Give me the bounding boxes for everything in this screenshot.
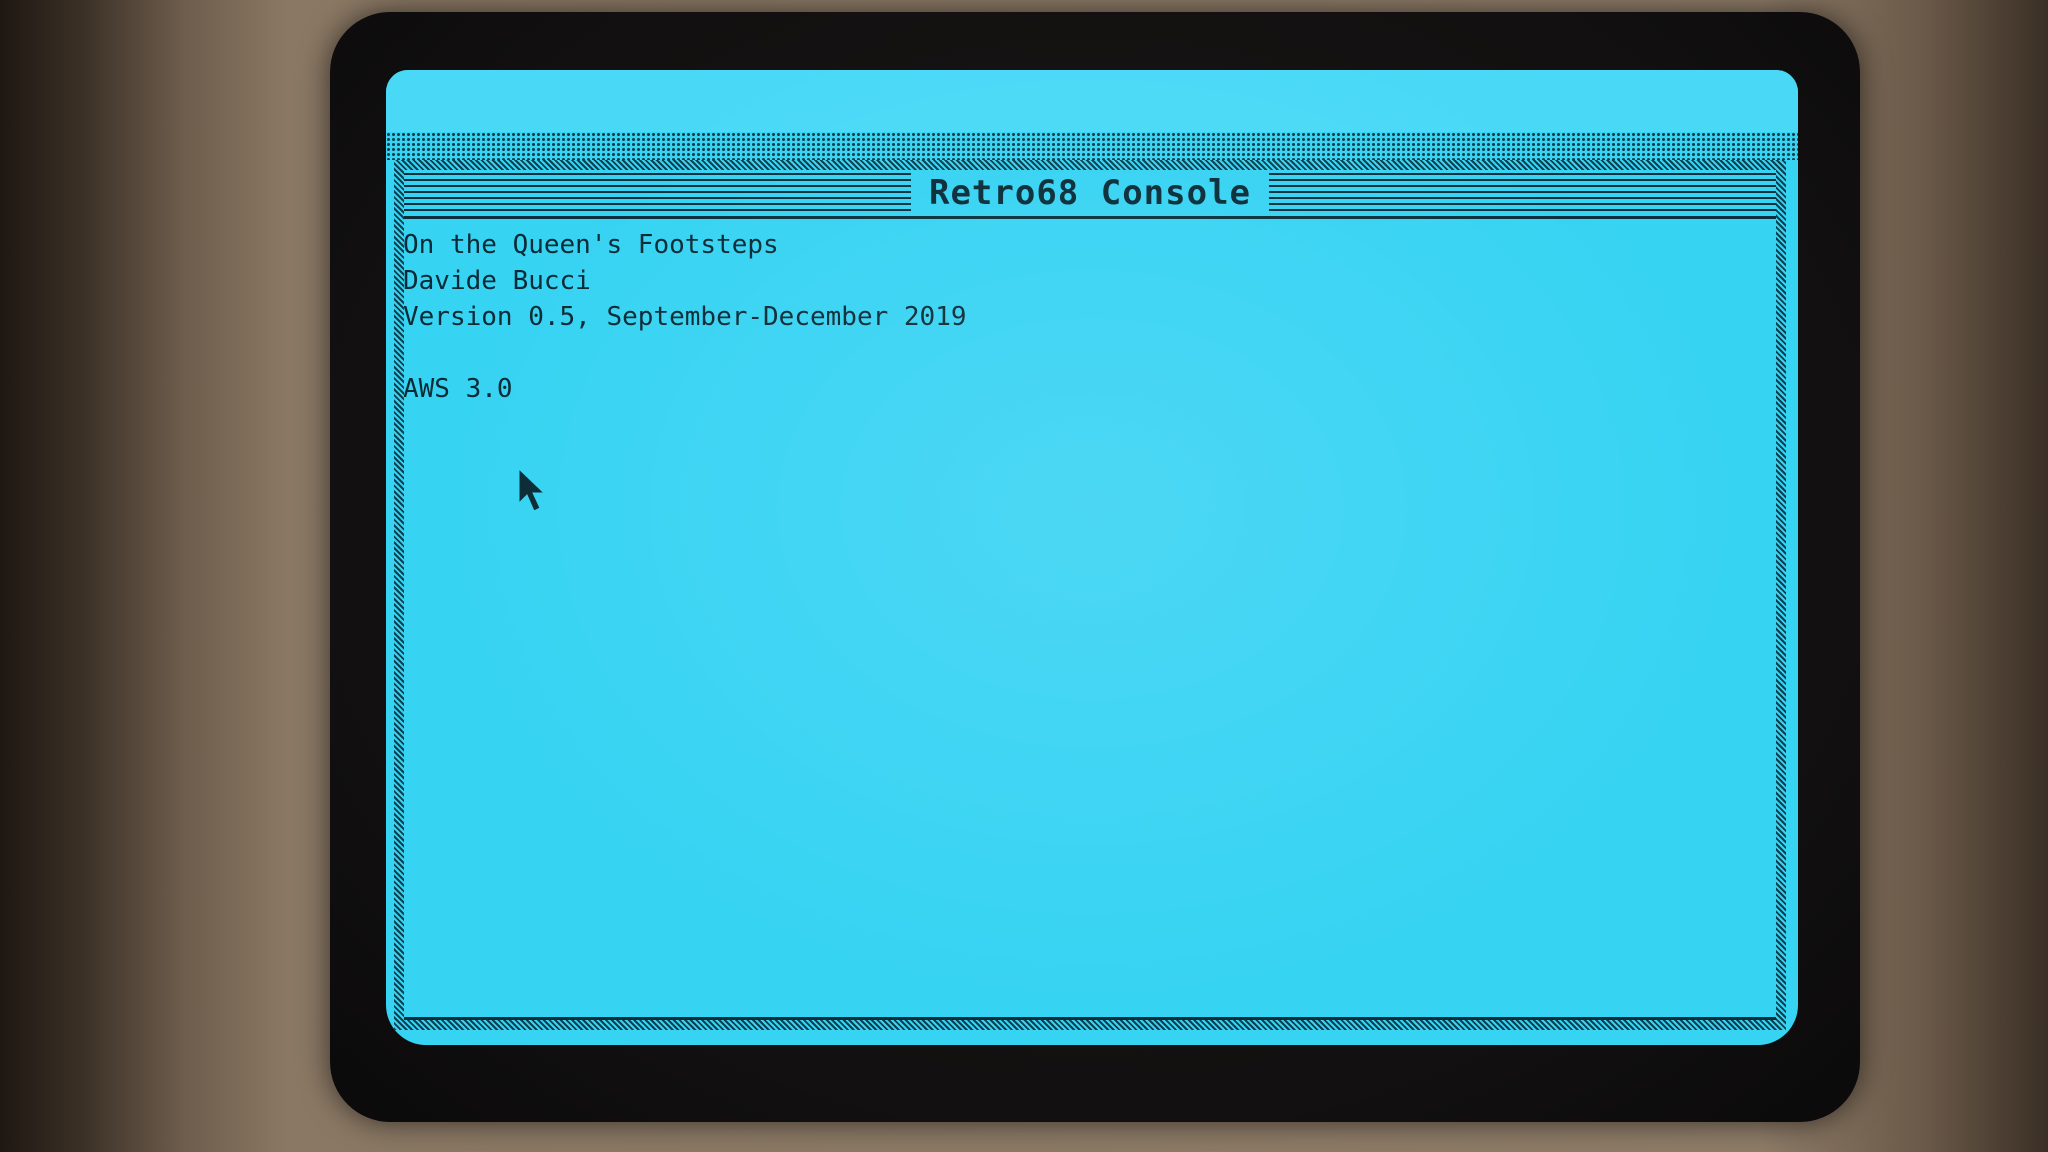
title-bar-stripes-left (401, 172, 911, 213)
monitor-screen: Retro68 Console On the Queen's Footsteps… (386, 70, 1798, 1045)
console-line: On the Queen's Footsteps (403, 230, 779, 260)
window-title-bar[interactable]: Retro68 Console (397, 169, 1783, 219)
console-line: Version 0.5, September-December 2019 (403, 302, 967, 332)
window-title: Retro68 Console (928, 172, 1252, 213)
console-window[interactable]: Retro68 Console On the Queen's Footsteps… (394, 160, 1786, 1020)
console-line: Davide Bucci (403, 266, 591, 296)
console-line: AWS 3.0 (403, 374, 513, 404)
console-output[interactable]: On the Queen's Footsteps Davide Bucci Ve… (403, 227, 1773, 1007)
arrow-pointer-icon (518, 467, 546, 512)
menu-bar (386, 70, 1798, 132)
title-bar-stripes-right (1269, 172, 1780, 213)
desktop-pattern (386, 132, 1798, 160)
